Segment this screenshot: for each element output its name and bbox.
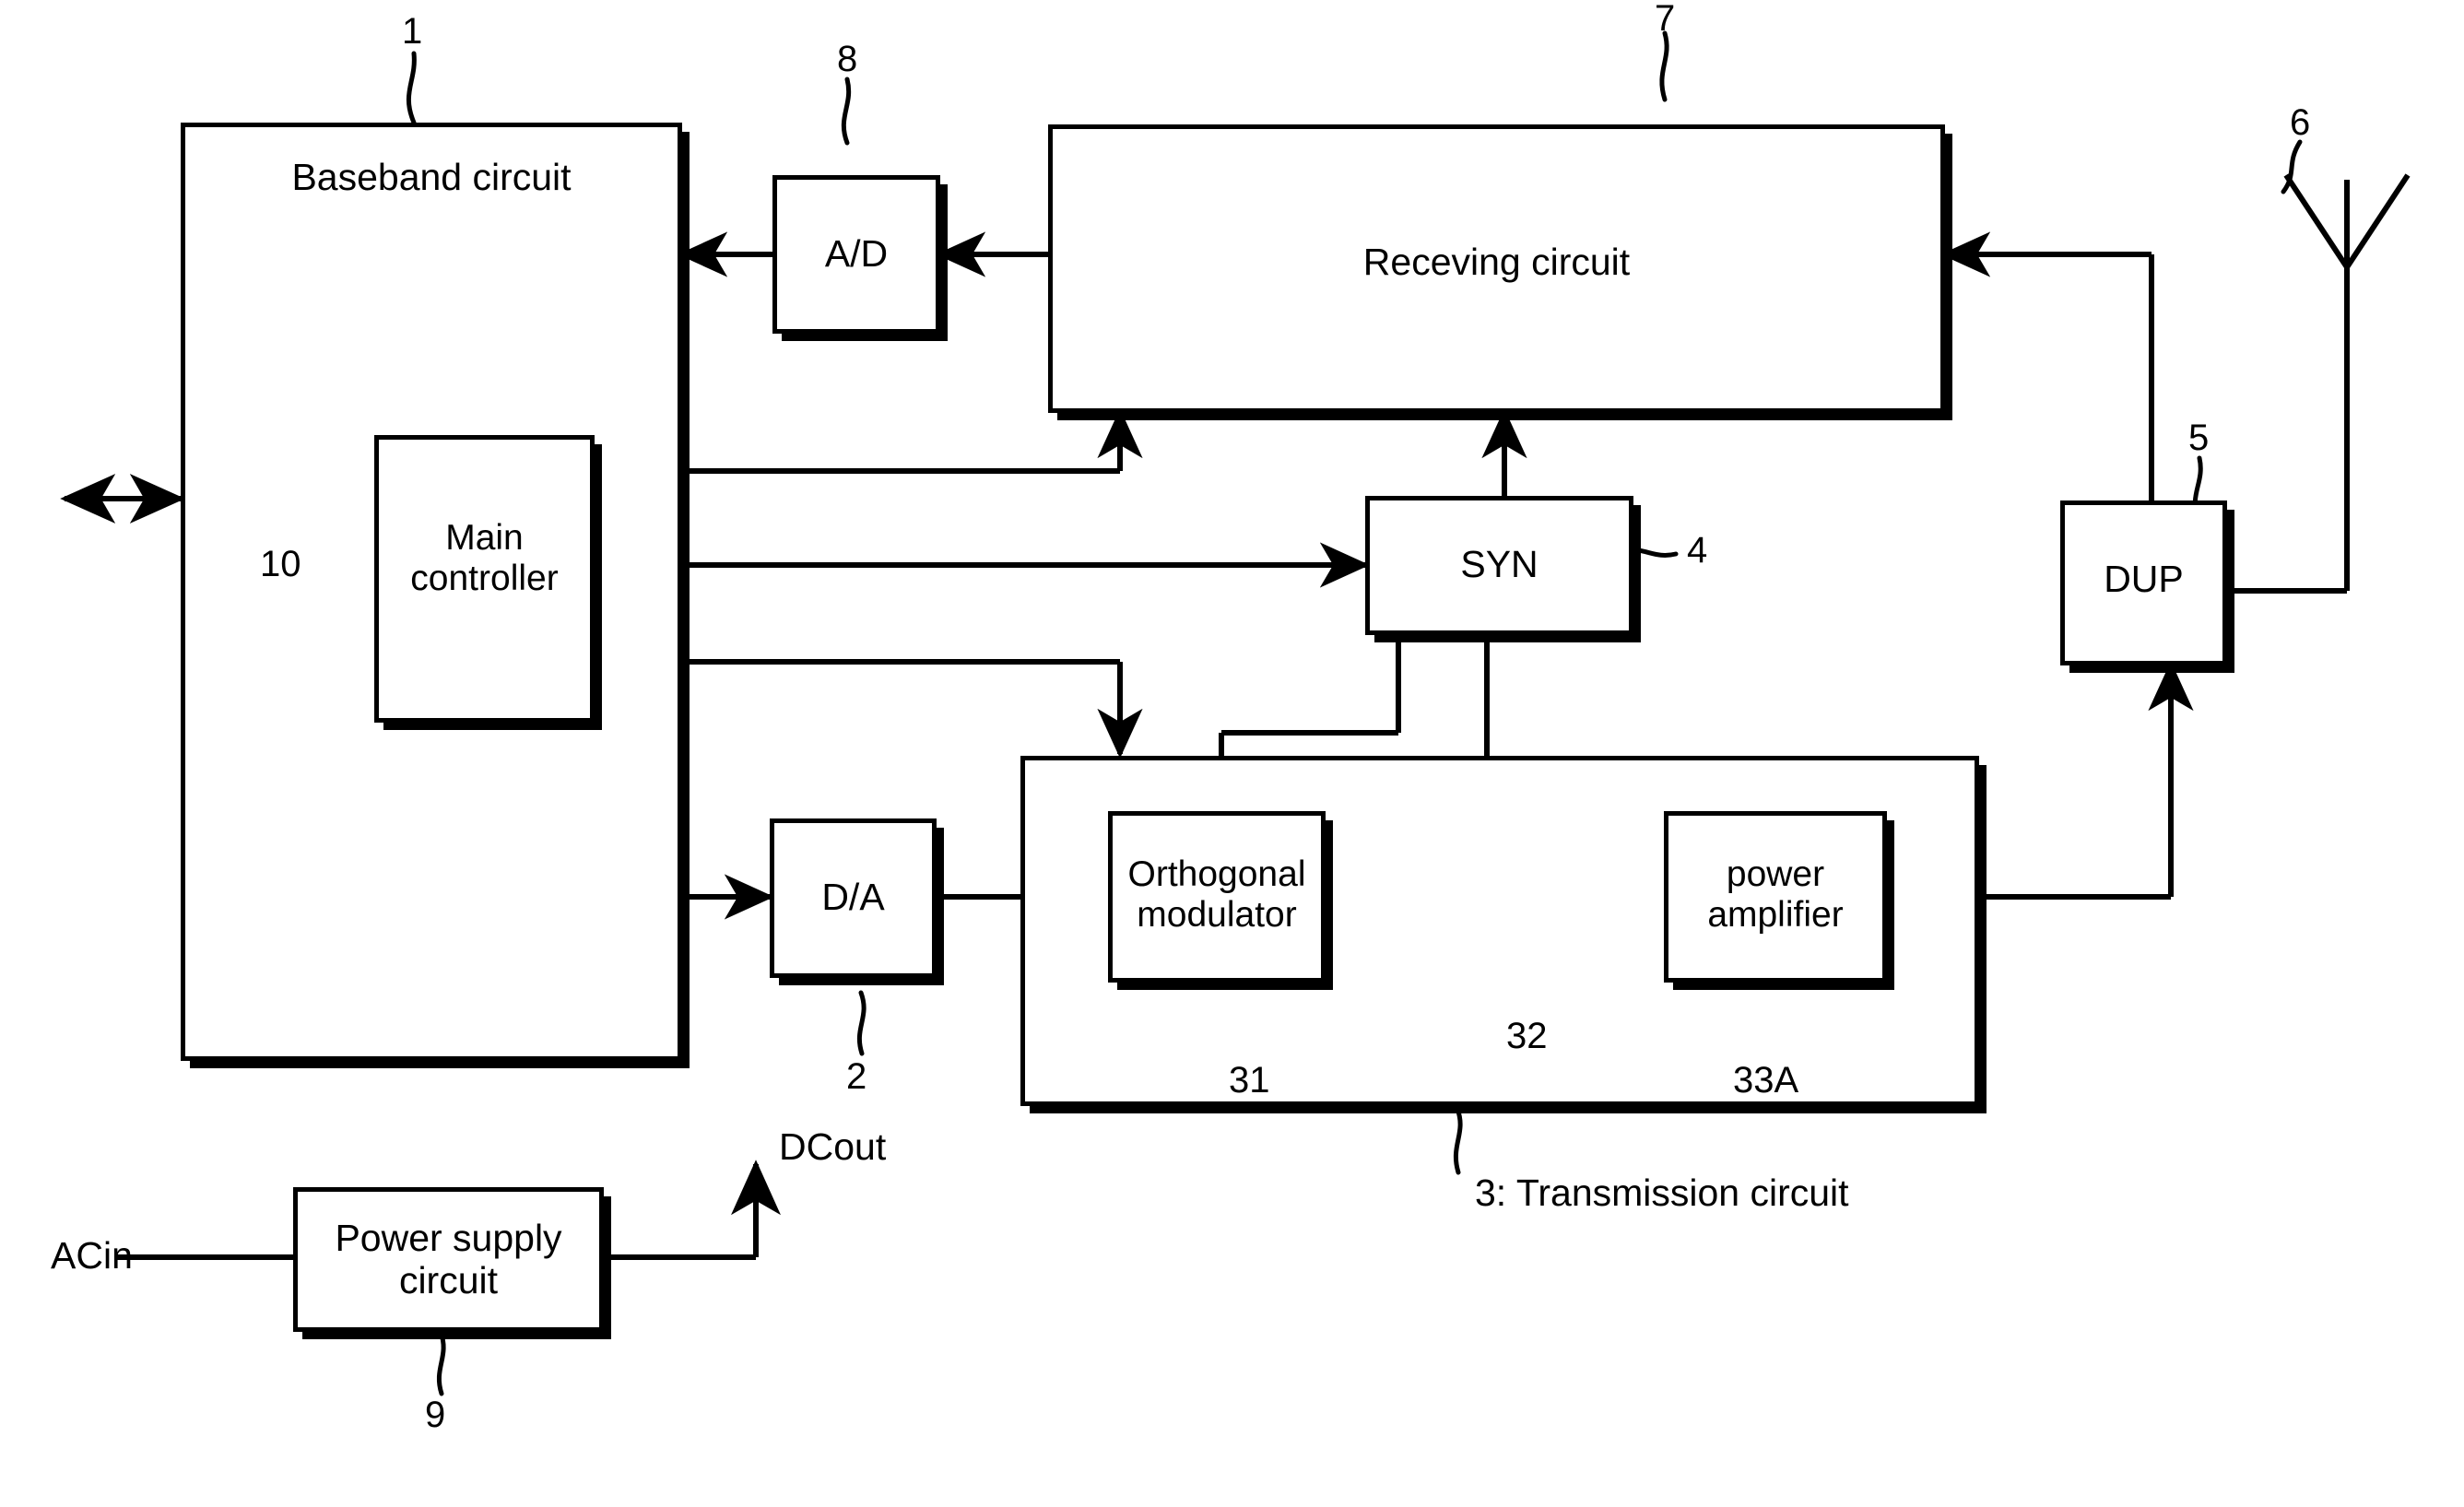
syn-label: SYN (1460, 543, 1539, 585)
acin-label: ACin (51, 1234, 133, 1277)
dcout-label: DCout (779, 1125, 887, 1168)
ref-numeral-2: 2 (846, 1056, 867, 1097)
da-converter-block[interactable]: D/A (770, 818, 937, 978)
ref-numeral-10: 10 (260, 544, 301, 584)
ref-numeral-7: 7 (1655, 0, 1676, 39)
ad-converter-block[interactable]: A/D (772, 175, 940, 334)
orthogonal-modulator-label: Orthogonal modulator (1127, 854, 1306, 935)
ref-numeral-6: 6 (2290, 102, 2311, 143)
da-converter-label: D/A (821, 876, 885, 918)
ref-numeral-9: 9 (425, 1395, 446, 1435)
main-controller-block[interactable]: Main controller (374, 435, 595, 723)
main-controller-label: Main controller (410, 518, 559, 598)
dup-block[interactable]: DUP (2060, 500, 2227, 665)
receiving-circuit-block[interactable]: Receving circuit (1048, 124, 1945, 413)
power-supply-circuit-label: Power supply circuit (335, 1217, 562, 1301)
power-amplifier-label: power amplifier (1707, 854, 1844, 935)
ref-numeral-33A: 33A (1733, 1060, 1799, 1101)
ref-numeral-32: 32 (1506, 1016, 1548, 1056)
power-supply-circuit-block[interactable]: Power supply circuit (293, 1187, 604, 1332)
orthogonal-modulator-block[interactable]: Orthogonal modulator (1108, 811, 1326, 983)
transmission-circuit-caption: 3: Transmission circuit (1475, 1171, 1849, 1214)
ad-converter-label: A/D (824, 232, 889, 275)
ref-numeral-1: 1 (402, 11, 423, 52)
power-amplifier-block[interactable]: power amplifier (1664, 811, 1887, 983)
ref-numeral-8: 8 (837, 39, 858, 79)
syn-block[interactable]: SYN (1365, 496, 1633, 635)
ref-numeral-5: 5 (2188, 418, 2210, 458)
ref-numeral-4: 4 (1687, 530, 1708, 571)
ref-numeral-31: 31 (1229, 1060, 1270, 1101)
figure-canvas: Baseband circuit Main controller A/D D/A… (0, 0, 2464, 1507)
receiving-circuit-label: Receving circuit (1362, 241, 1631, 283)
baseband-circuit-label: Baseband circuit (291, 156, 572, 198)
dup-label: DUP (2104, 558, 2184, 600)
